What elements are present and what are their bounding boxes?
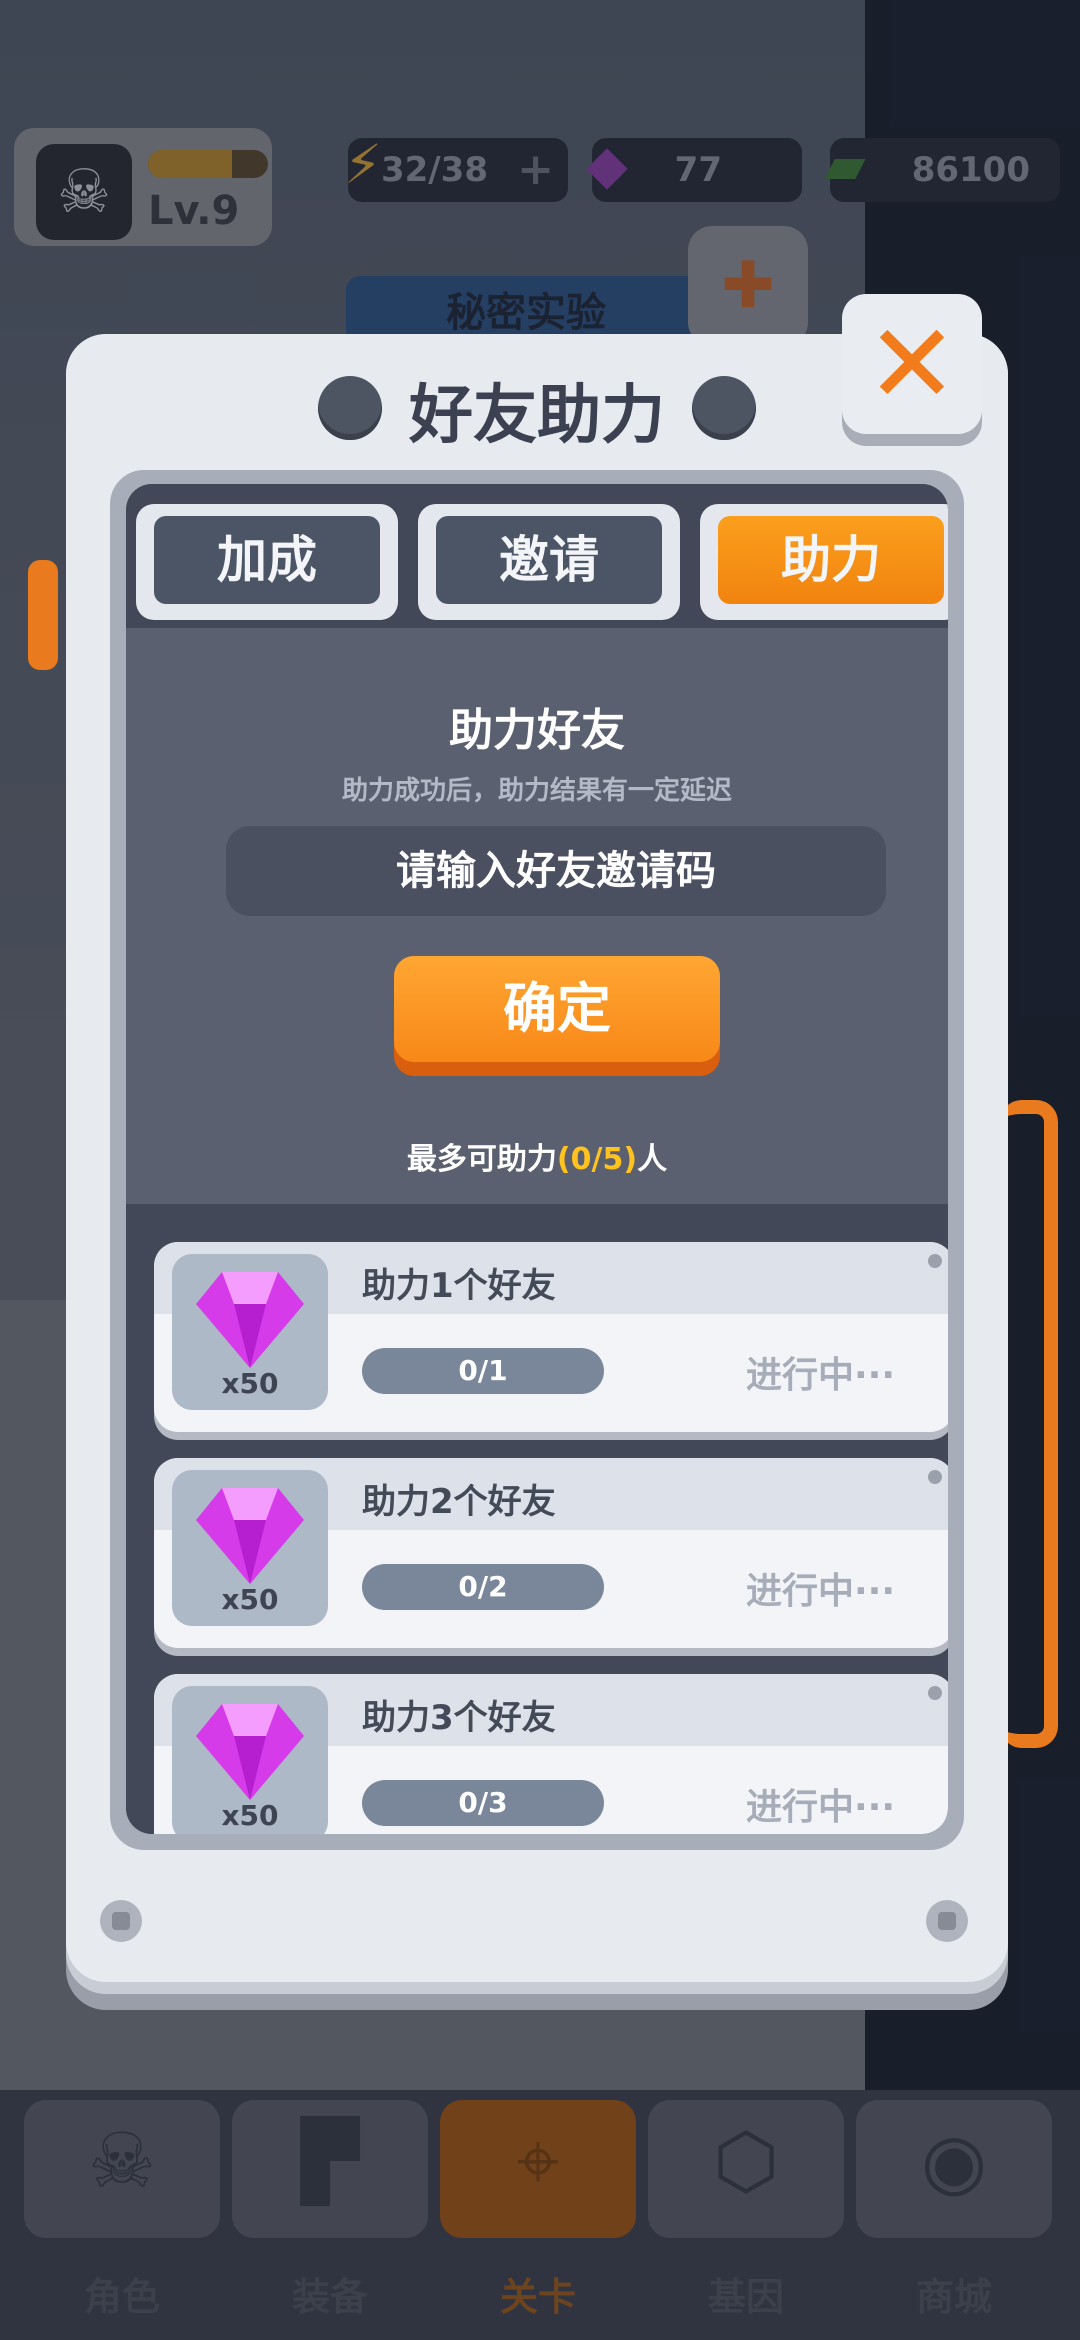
reward-slot: x50	[172, 1470, 328, 1626]
panel-handle	[1000, 1100, 1058, 1748]
tab-assist-label: 助力	[718, 516, 944, 604]
section-description: 助力成功后，助力结果有一定延迟	[341, 776, 732, 806]
gem-icon	[196, 1272, 304, 1368]
confirm-button-label: 确定	[394, 956, 720, 1062]
section-title: 助力好友	[449, 705, 625, 756]
confirm-button[interactable]: 确定	[394, 956, 720, 1076]
assist-limit-count: (0/5)	[556, 1142, 638, 1177]
task-progress-bar: 0/2	[362, 1564, 604, 1610]
tab-bonus[interactable]: 加成	[136, 504, 398, 620]
close-button[interactable]: ✕	[842, 294, 982, 434]
task-progress-text: 0/1	[458, 1354, 508, 1387]
task-name: 助力2个好友	[362, 1482, 556, 1522]
screw-bottom-left	[100, 1900, 142, 1942]
task-card: x50 助力2个好友 0/2 进行中···	[154, 1458, 948, 1648]
task-status: 进行中···	[746, 1355, 896, 1396]
task-card: x50 助力3个好友 0/3 进行中···	[154, 1674, 948, 1834]
task-name: 助力3个好友	[362, 1698, 556, 1738]
gem-icon	[196, 1704, 304, 1800]
tab-invite-label: 邀请	[436, 516, 662, 604]
assist-limit-prefix: 最多可助力	[406, 1142, 557, 1177]
close-icon: ✕	[865, 300, 959, 428]
task-progress-bar: 0/1	[362, 1348, 604, 1394]
task-card: x50 助力1个好友 0/1 进行中···	[154, 1242, 948, 1432]
gem-icon	[196, 1488, 304, 1584]
friend-assist-dialog: 好友助力 加成 邀请 助力 助力好友 助力成功后，助力结果有一定延迟 确定 最多…	[66, 334, 1008, 1994]
card-pin	[928, 1254, 942, 1268]
invite-code-input[interactable]	[226, 826, 886, 916]
card-pin	[928, 1686, 942, 1700]
reward-quantity: x50	[221, 1583, 279, 1616]
task-progress-text: 0/3	[458, 1786, 508, 1819]
task-status: 进行中···	[746, 1787, 896, 1828]
reward-slot: x50	[172, 1254, 328, 1410]
card-pin	[928, 1470, 942, 1484]
task-status: 进行中···	[746, 1571, 896, 1612]
panel-latch	[28, 560, 58, 670]
task-progress-bar: 0/3	[362, 1780, 604, 1826]
content-panel: 加成 邀请 助力 助力好友 助力成功后，助力结果有一定延迟 确定 最多可助力(0…	[126, 484, 948, 1834]
tab-assist[interactable]: 助力	[700, 504, 948, 620]
task-name: 助力1个好友	[362, 1266, 556, 1306]
reward-quantity: x50	[221, 1367, 279, 1400]
assist-limit: 最多可助力(0/5)人	[126, 1134, 948, 1178]
content-frame: 加成 邀请 助力 助力好友 助力成功后，助力结果有一定延迟 确定 最多可助力(0…	[110, 470, 964, 1850]
tab-invite[interactable]: 邀请	[418, 504, 680, 620]
reward-quantity: x50	[221, 1799, 279, 1832]
reward-task-list: x50 助力1个好友 0/1 进行中··· x50 助力2个好友 0/2 进行中…	[126, 1204, 948, 1834]
tab-bonus-label: 加成	[154, 516, 380, 604]
screw-bottom-right	[926, 1900, 968, 1942]
reward-slot: x50	[172, 1686, 328, 1834]
dialog-body: 好友助力 加成 邀请 助力 助力好友 助力成功后，助力结果有一定延迟 确定 最多…	[66, 334, 1008, 1982]
task-progress-text: 0/2	[458, 1570, 508, 1603]
tab-bar: 加成 邀请 助力	[126, 484, 948, 628]
assist-limit-suffix: 人	[637, 1142, 668, 1177]
